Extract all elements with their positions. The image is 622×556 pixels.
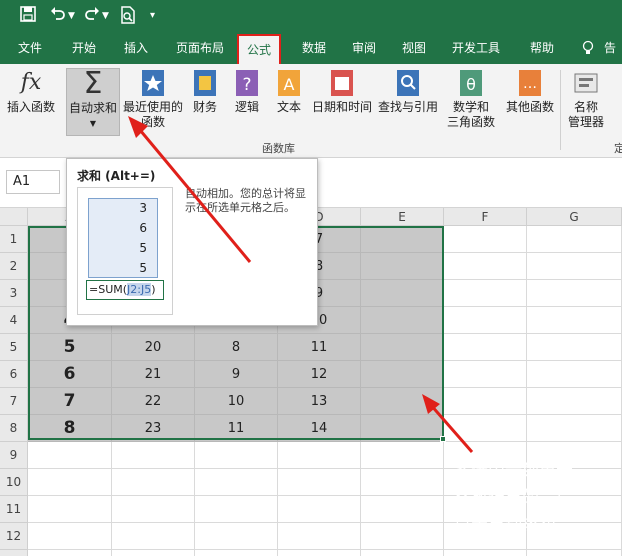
arrow-to-selection [428, 403, 474, 453]
arrow-to-autosum [138, 129, 252, 263]
annotation-note: 多选中一列单元 格放结果的，后 点击自动求和 [454, 461, 573, 535]
